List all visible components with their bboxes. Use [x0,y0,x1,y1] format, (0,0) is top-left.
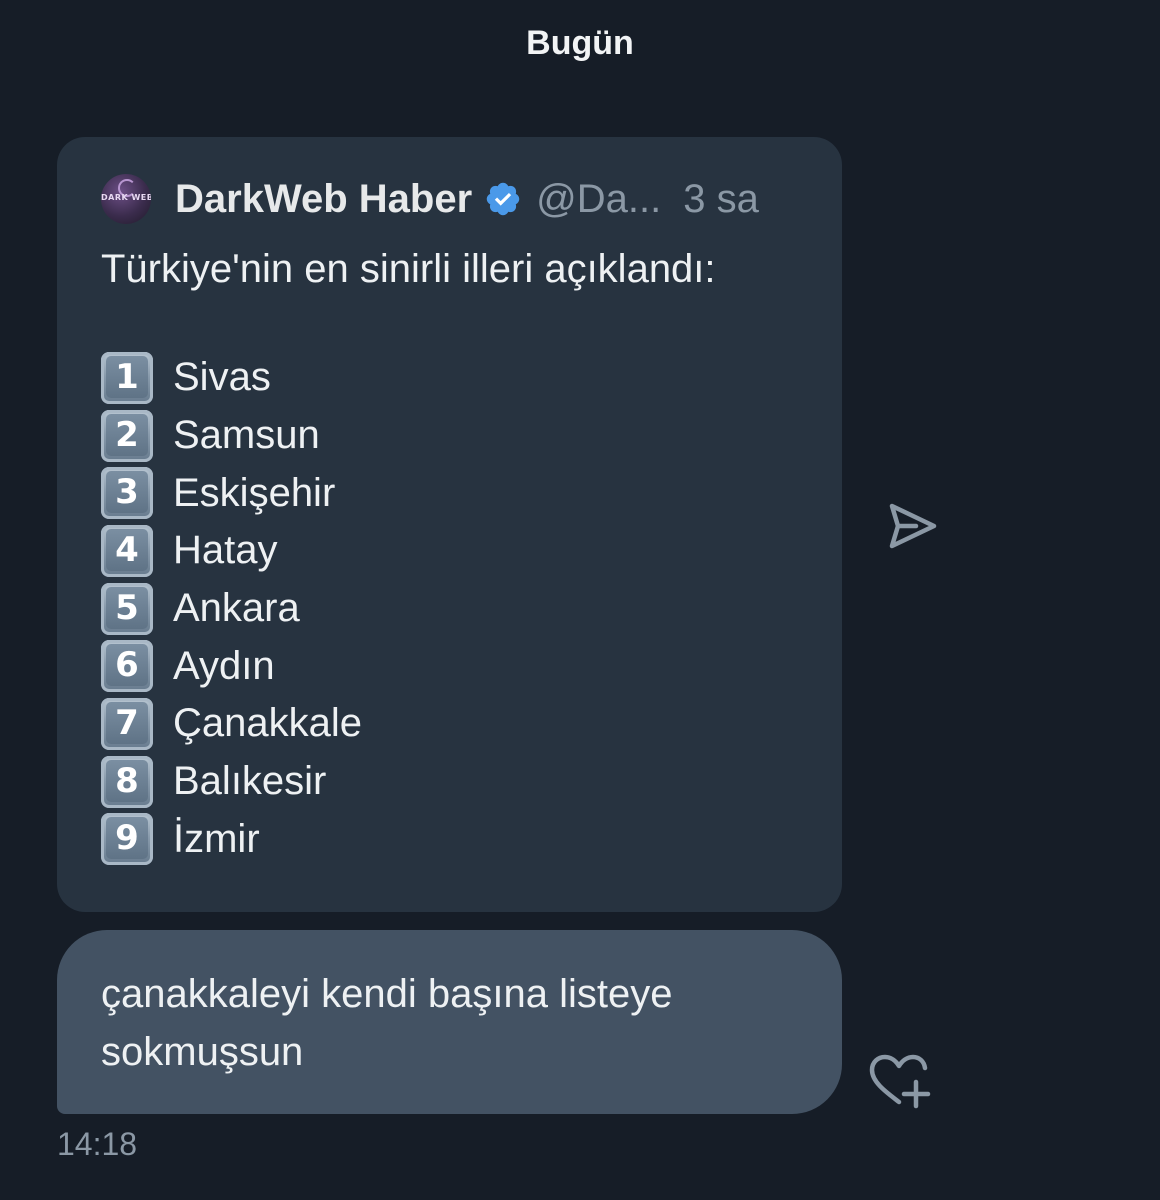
author-handle: @Da... [536,176,662,221]
message-text: çanakkaleyi kendi başına listeye sokmuşs… [101,972,673,1074]
ranking-city: İzmir [173,816,260,861]
author-avatar[interactable]: DARK WEB [101,174,151,224]
quoted-post-text: Türkiye'nin en sinirli illeri açıklandı: [101,247,716,291]
keycap-digit: 3 [106,471,148,514]
keycap-number-icon: 3 [101,467,153,520]
ranking-item: 7 Çanakkale [101,695,362,753]
ranking-item: 9 İzmir [101,811,362,869]
post-time-ago: 3 sa [683,176,759,221]
keycap-digit: 5 [106,586,148,629]
ranking-city: Hatay [173,528,278,573]
ranking-city: Aydın [173,643,275,688]
keycap-digit: 8 [106,759,148,802]
keycap-digit: 2 [106,413,148,456]
verified-badge-icon [486,182,520,216]
ranking-item: 2 Samsun [101,407,362,465]
share-send-icon[interactable] [884,500,940,552]
ranking-item: 4 Hatay [101,522,362,580]
keycap-number-icon: 7 [101,697,153,750]
keycap-number-icon: 6 [101,640,153,693]
keycap-number-icon: 4 [101,524,153,577]
keycap-number-icon: 1 [101,351,153,404]
keycap-number-icon: 8 [101,755,153,808]
message-timestamp: 14:18 [57,1126,138,1162]
keycap-digit: 6 [106,644,148,687]
ranking-city: Ankara [173,586,300,631]
ranking-item: 8 Balıkesir [101,753,362,811]
ranking-city: Eskişehir [173,470,336,515]
ranking-item: 3 Eskişehir [101,464,362,522]
keycap-digit: 1 [106,355,148,398]
ranking-item: 6 Aydın [101,637,362,695]
keycap-digit: 9 [106,817,148,860]
keycap-digit: 7 [106,701,148,744]
ranking-city: Samsun [173,413,320,458]
keycap-number-icon: 9 [101,813,153,866]
author-name[interactable]: DarkWeb Haber [175,177,472,222]
day-separator-label: Bugün [526,24,634,62]
message-bubble[interactable]: çanakkaleyi kendi başına listeye sokmuşs… [57,930,842,1114]
ranking-city: Balıkesir [173,759,327,804]
avatar-logo-text: DARK WEB [101,193,151,202]
keycap-number-icon: 2 [101,409,153,462]
heart-plus-icon[interactable] [866,1052,932,1110]
ranking-item: 1 Sivas [101,349,362,407]
quoted-post-author-row: DARK WEB DarkWeb Haber @Da... 3 sa [101,173,821,225]
ranking-city: Sivas [173,355,271,400]
keycap-digit: 4 [106,528,148,571]
ranking-city: Çanakkale [173,701,363,746]
ranking-item: 5 Ankara [101,580,362,638]
ranking-list: 1 Sivas 2 Samsun 3 Eskişehir 4 Hatay 5 Ankara 6 Ayd… [101,349,362,868]
keycap-number-icon: 5 [101,582,153,635]
quoted-post-card[interactable]: DARK WEB DarkWeb Haber @Da... 3 sa Türki… [57,137,842,912]
